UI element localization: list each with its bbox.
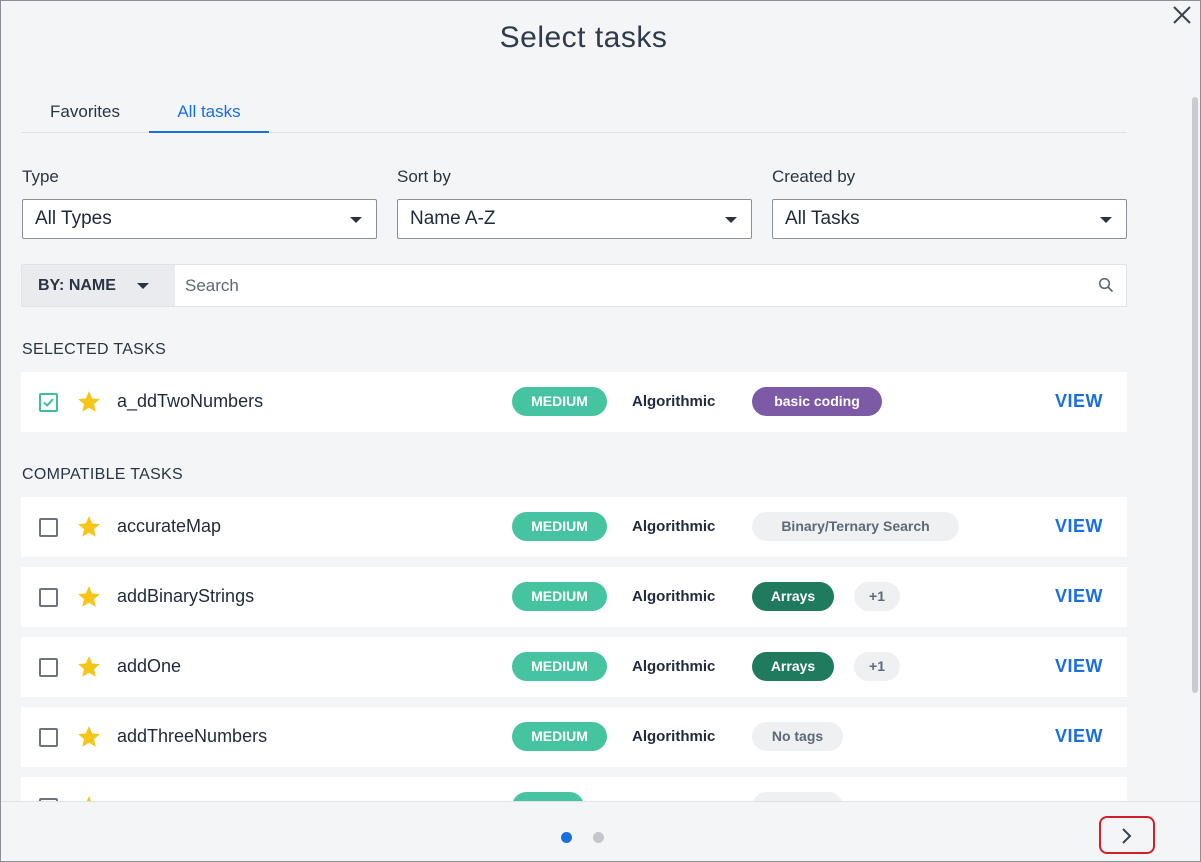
task-checkbox[interactable] bbox=[39, 393, 58, 412]
task-row: accurateMap MEDIUM Algorithmic Binary/Te… bbox=[21, 497, 1127, 557]
type-select[interactable]: All Types bbox=[22, 199, 377, 239]
sort-select-value: Name A-Z bbox=[410, 208, 496, 229]
close-icon[interactable] bbox=[1170, 3, 1194, 27]
sort-select[interactable]: Name A-Z bbox=[397, 199, 752, 239]
dialog-footer bbox=[1, 801, 1200, 861]
task-name: addThreeNumbers bbox=[117, 726, 268, 746]
tag-badge: Arrays bbox=[752, 582, 834, 611]
task-name: a_ddTwoNumbers bbox=[117, 391, 264, 411]
view-link[interactable]: VIEW bbox=[1055, 656, 1103, 677]
sort-filter-label: Sort by bbox=[397, 167, 451, 186]
star-icon[interactable] bbox=[76, 389, 102, 415]
task-name: addOne bbox=[117, 656, 182, 676]
chevron-down-icon bbox=[725, 217, 737, 223]
type-filter-label: Type bbox=[22, 167, 59, 186]
select-tasks-dialog: Select tasks Favorites All tasks Type So… bbox=[0, 0, 1201, 862]
tag-badge: Arrays bbox=[752, 652, 834, 681]
search-input[interactable] bbox=[175, 265, 1085, 306]
difficulty-badge: MEDIUM bbox=[512, 722, 607, 751]
view-link[interactable]: VIEW bbox=[1055, 391, 1103, 412]
created-select-value: All Tasks bbox=[785, 208, 860, 229]
page-dot[interactable] bbox=[593, 832, 604, 843]
star-icon[interactable] bbox=[76, 584, 102, 610]
task-type: Algorithmic bbox=[632, 728, 716, 745]
task-type: Algorithmic bbox=[632, 393, 716, 410]
star-icon[interactable] bbox=[76, 724, 102, 750]
check-icon bbox=[43, 398, 54, 407]
chevron-down-icon bbox=[137, 283, 149, 289]
chevron-right-icon bbox=[1122, 828, 1132, 844]
task-type: Algorithmic bbox=[632, 658, 716, 675]
star-icon[interactable] bbox=[76, 654, 102, 680]
difficulty-badge: MEDIUM bbox=[512, 652, 607, 681]
view-link[interactable]: VIEW bbox=[1055, 586, 1103, 607]
tab-all-tasks[interactable]: All tasks bbox=[149, 93, 269, 133]
view-link[interactable]: VIEW bbox=[1055, 516, 1103, 537]
task-row: addOne MEDIUM Algorithmic Arrays +1 VIEW bbox=[21, 637, 1127, 697]
task-checkbox[interactable] bbox=[39, 658, 58, 677]
task-type: Algorithmic bbox=[632, 518, 716, 535]
more-tags-badge[interactable]: +1 bbox=[854, 652, 900, 681]
chevron-down-icon bbox=[1100, 217, 1112, 223]
selected-tasks-heading: SELECTED TASKS bbox=[22, 341, 167, 358]
search-bar: BY: NAME bbox=[21, 264, 1127, 307]
search-mode-label: BY: NAME bbox=[38, 277, 116, 294]
task-type: Algorithmic bbox=[632, 588, 716, 605]
created-select[interactable]: All Tasks bbox=[772, 199, 1127, 239]
next-page-button[interactable] bbox=[1099, 816, 1155, 854]
created-filter-label: Created by bbox=[772, 167, 856, 186]
task-checkbox[interactable] bbox=[39, 518, 58, 537]
tab-bar: Favorites All tasks bbox=[21, 93, 1127, 133]
task-name: accurateMap bbox=[117, 516, 222, 536]
compatible-tasks-heading: COMPATIBLE TASKS bbox=[22, 466, 183, 483]
more-tags-badge[interactable]: +1 bbox=[854, 582, 900, 611]
chevron-down-icon bbox=[350, 217, 362, 223]
search-icon[interactable] bbox=[1098, 277, 1114, 293]
task-row: a_ddTwoNumbers MEDIUM Algorithmic basic … bbox=[21, 372, 1127, 432]
type-select-value: All Types bbox=[35, 208, 112, 229]
difficulty-badge: MEDIUM bbox=[512, 512, 607, 541]
task-name: addBinaryStrings bbox=[117, 586, 255, 606]
task-row: addBinaryStrings MEDIUM Algorithmic Arra… bbox=[21, 567, 1127, 627]
task-row: addThreeNumbers MEDIUM Algorithmic No ta… bbox=[21, 707, 1127, 767]
search-mode-dropdown[interactable]: BY: NAME bbox=[22, 265, 175, 306]
task-checkbox[interactable] bbox=[39, 588, 58, 607]
task-checkbox[interactable] bbox=[39, 728, 58, 747]
view-link[interactable]: VIEW bbox=[1055, 726, 1103, 747]
difficulty-badge: MEDIUM bbox=[512, 387, 607, 416]
tag-badge: No tags bbox=[752, 722, 843, 751]
difficulty-badge: MEDIUM bbox=[512, 582, 607, 611]
dialog-title: Select tasks bbox=[499, 21, 668, 54]
star-icon[interactable] bbox=[76, 514, 102, 540]
tag-badge: Binary/Ternary Search bbox=[752, 512, 959, 541]
tag-badge: basic coding bbox=[752, 387, 882, 416]
page-dot-active[interactable] bbox=[561, 832, 572, 843]
scrollbar[interactable] bbox=[1192, 97, 1198, 693]
tab-favorites[interactable]: Favorites bbox=[25, 93, 145, 133]
